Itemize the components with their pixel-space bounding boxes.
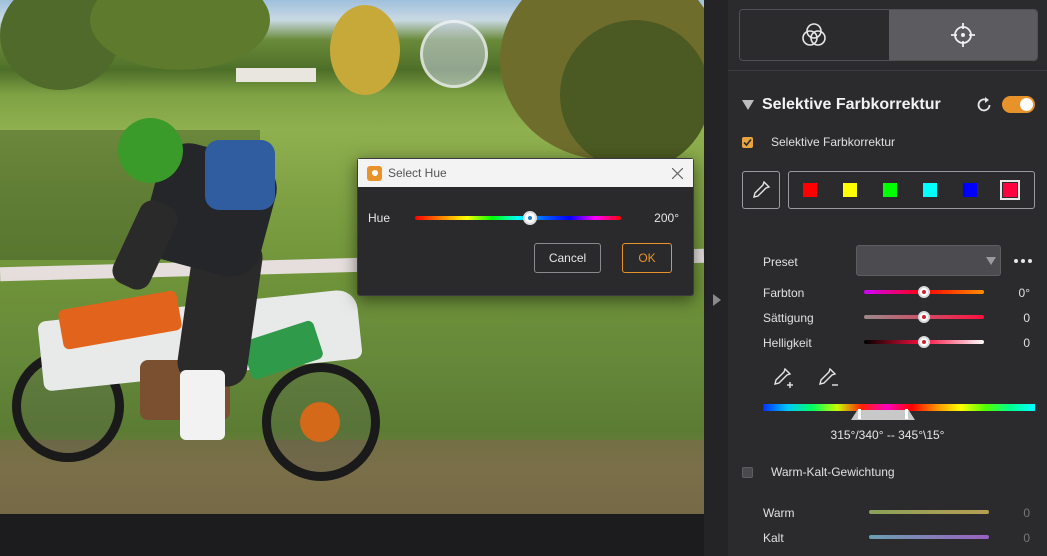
hue-label: Hue	[368, 211, 391, 225]
hue-range-handle-left[interactable]	[858, 409, 861, 419]
hue-value: 200°	[654, 211, 679, 225]
color-swatch-bar	[788, 171, 1035, 209]
warm-label: Warm	[763, 506, 795, 520]
collapse-arrow-icon[interactable]	[712, 294, 722, 306]
color-swatch[interactable]	[883, 183, 897, 197]
hue-slider[interactable]	[415, 216, 621, 220]
tab-color-wheels[interactable]	[740, 10, 889, 60]
enable-checkbox-label: Selektive Farbkorrektur	[771, 135, 896, 149]
cancel-button[interactable]: Cancel	[534, 243, 601, 273]
app-icon	[367, 165, 382, 181]
slider-knob[interactable]	[918, 336, 930, 348]
front-hub	[300, 402, 340, 442]
tab-selective-color[interactable]	[888, 10, 1037, 60]
hue-range-bar[interactable]	[763, 404, 1035, 411]
tree-right-dark	[560, 20, 704, 170]
toggle-knob	[1020, 98, 1033, 111]
eyedropper-button[interactable]	[742, 171, 780, 209]
warm-value: 0	[1023, 506, 1030, 520]
rider-boot	[180, 370, 225, 440]
adjustment-panel: Selektive Farbkorrektur Selektive Farbko…	[728, 0, 1047, 556]
eyedropper-add-icon[interactable]	[772, 367, 794, 389]
tree-mid	[90, 0, 270, 70]
collapse-triangle-icon[interactable]	[742, 100, 754, 110]
more-options-icon[interactable]	[1013, 258, 1033, 264]
kalt-label: Kalt	[763, 531, 784, 545]
slider-value: 0°	[1018, 286, 1030, 300]
slider-label: Sättigung	[763, 311, 814, 325]
hue-range-handle-right[interactable]	[905, 409, 908, 419]
close-icon[interactable]	[672, 168, 683, 179]
hue-range-text: 315°/340° -- 345°\15°	[830, 428, 945, 442]
tabs-separator	[728, 70, 1047, 71]
dialog-titlebar[interactable]: Select Hue	[358, 159, 693, 187]
bottom-bar	[0, 514, 704, 556]
watermark-logo	[420, 20, 488, 88]
section-title: Selektive Farbkorrektur	[762, 96, 941, 113]
slider-label: Farbton	[763, 286, 805, 300]
select-hue-dialog: Select Hue Hue 200° Cancel OK	[357, 158, 694, 296]
slider-value: 0	[1023, 336, 1030, 350]
hue-slider-knob[interactable]	[522, 211, 537, 225]
enable-checkbox[interactable]	[742, 136, 753, 148]
tree-yellow	[330, 5, 400, 95]
warm-cold-row[interactable]: Warm-Kalt-Gewichtung	[742, 465, 895, 479]
preset-dropdown[interactable]	[856, 245, 1001, 276]
ok-button[interactable]: OK	[622, 243, 672, 273]
panel-tabs	[739, 9, 1038, 61]
slider-value: 0	[1023, 311, 1030, 325]
slider-label: Helligkeit	[763, 336, 812, 350]
farm-house	[236, 68, 316, 82]
color-swatch[interactable]	[843, 183, 857, 197]
color-swatch[interactable]	[923, 183, 937, 197]
crosshair-icon	[950, 23, 975, 47]
section-header[interactable]: Selektive Farbkorrektur	[742, 95, 1042, 115]
color-swatch[interactable]	[803, 183, 817, 197]
enable-toggle[interactable]	[1002, 96, 1035, 113]
warm-cold-checkbox[interactable]	[742, 466, 753, 478]
color-circles-icon	[802, 23, 827, 46]
checkmark-icon	[743, 138, 752, 146]
color-swatch[interactable]	[1000, 180, 1020, 200]
reset-icon[interactable]	[975, 96, 993, 114]
eyedropper-icon	[753, 180, 771, 198]
enable-checkbox-row[interactable]: Selektive Farbkorrektur	[742, 135, 895, 149]
preset-label: Preset	[763, 255, 798, 269]
kalt-value: 0	[1023, 531, 1030, 545]
warm-slider[interactable]	[869, 510, 989, 514]
dialog-title: Select Hue	[388, 166, 447, 180]
panel-divider[interactable]	[704, 0, 728, 556]
chevron-down-icon	[986, 257, 996, 265]
slider-knob[interactable]	[918, 286, 930, 298]
rider-helmet	[118, 118, 183, 183]
warm-cold-label: Warm-Kalt-Gewichtung	[771, 465, 895, 479]
eyedropper-subtract-icon[interactable]	[817, 367, 839, 389]
rider-backpack	[205, 140, 275, 210]
kalt-slider[interactable]	[869, 535, 989, 539]
slider-knob[interactable]	[918, 311, 930, 323]
color-swatch[interactable]	[963, 183, 977, 197]
